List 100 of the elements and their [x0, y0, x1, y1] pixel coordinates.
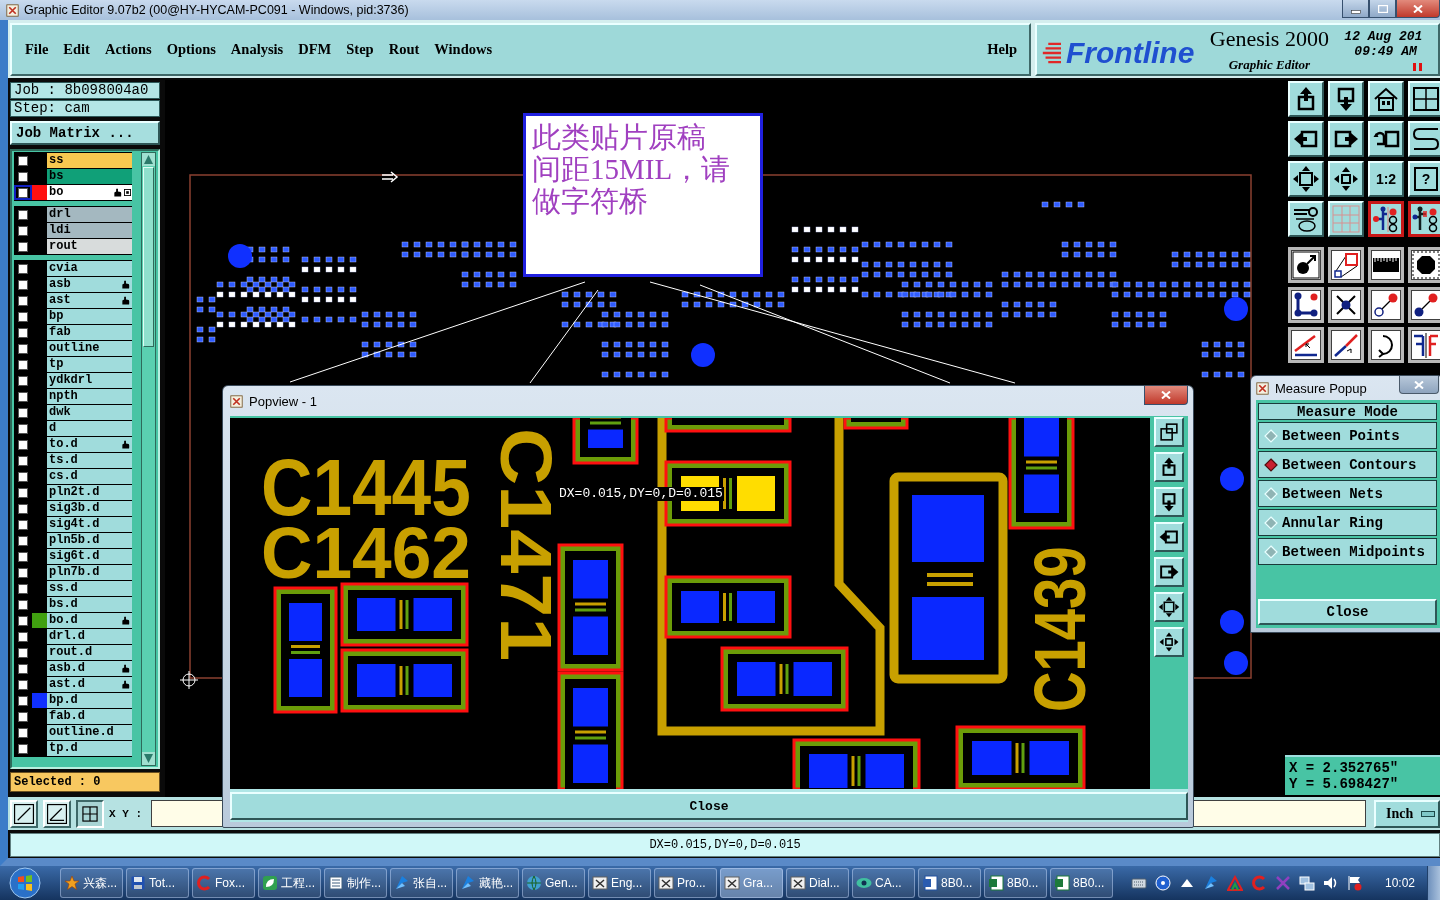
layer-name[interactable]: bo.d: [47, 613, 132, 628]
layer-name[interactable]: d: [47, 421, 132, 436]
layer-name[interactable]: bs: [47, 169, 132, 184]
layer-name[interactable]: tp.d: [47, 741, 132, 756]
scrollbar-thumb[interactable]: [143, 167, 154, 347]
taskbar-button[interactable]: 藏艳...: [456, 868, 519, 898]
toolbar-button[interactable]: [1328, 327, 1364, 363]
taskbar-button[interactable]: Fox...: [192, 868, 255, 898]
toolbar-button[interactable]: 1:2: [1368, 161, 1404, 197]
layer-checkbox[interactable]: [18, 391, 28, 402]
layer-checkbox[interactable]: [18, 631, 28, 642]
layer-checkbox[interactable]: [18, 679, 28, 690]
info-circle-icon[interactable]: [1154, 875, 1171, 891]
menu-item[interactable]: Rout: [388, 41, 420, 58]
taskbar-button[interactable]: 工程...: [258, 868, 321, 898]
taskbar-button[interactable]: Tot...: [126, 868, 189, 898]
layer-name[interactable]: dwk: [47, 405, 132, 420]
layer-name[interactable]: cvia: [47, 261, 132, 276]
triangle-logo-icon[interactable]: [1226, 875, 1243, 891]
layer-name[interactable]: sig6t.d: [47, 549, 132, 564]
layer-name[interactable]: drl: [47, 207, 132, 222]
layer-checkbox[interactable]: [18, 743, 28, 754]
layer-checkbox[interactable]: [18, 615, 28, 626]
layer-checkbox[interactable]: [18, 295, 28, 306]
menu-item[interactable]: Step: [346, 41, 374, 58]
toolbar-button[interactable]: [1288, 327, 1324, 363]
scroll-down-icon[interactable]: [142, 752, 155, 765]
close-button[interactable]: Close: [1258, 599, 1437, 625]
layer-name[interactable]: bp.d: [47, 693, 132, 708]
layer-checkbox[interactable]: [18, 359, 28, 370]
layer-name[interactable]: outline: [47, 341, 132, 356]
layer-checkbox[interactable]: [18, 519, 28, 530]
swoosh-icon[interactable]: [1202, 875, 1219, 891]
keyboard-icon[interactable]: [1130, 875, 1147, 891]
layer-checkbox[interactable]: [18, 503, 28, 514]
layer-name[interactable]: pln7b.d: [47, 565, 132, 580]
flag-icon[interactable]: [1346, 875, 1363, 891]
toolbar-button[interactable]: [1408, 287, 1440, 323]
close-button[interactable]: [1399, 376, 1439, 394]
layer-name[interactable]: bp: [47, 309, 132, 324]
layer-name[interactable]: fab.d: [47, 709, 132, 724]
measure-mode-option[interactable]: Between Contours: [1258, 451, 1437, 478]
layer-checkbox[interactable]: [18, 407, 28, 418]
scroll-up-icon[interactable]: [142, 153, 155, 166]
close-button[interactable]: [1144, 386, 1188, 405]
layer-name[interactable]: tp: [47, 357, 132, 372]
menu-item[interactable]: DFM: [298, 41, 332, 58]
job-matrix-button[interactable]: Job Matrix ...: [10, 121, 160, 145]
layer-checkbox[interactable]: [18, 209, 28, 220]
layer-checkbox[interactable]: [18, 599, 28, 610]
layer-checkbox[interactable]: [18, 727, 28, 738]
toolbar-button[interactable]: [1328, 287, 1364, 323]
network-icon[interactable]: [1298, 875, 1315, 891]
toolbar-button[interactable]: ?: [1408, 161, 1440, 197]
taskbar-button[interactable]: Eng...: [588, 868, 651, 898]
layer-checkbox[interactable]: [18, 663, 28, 674]
layer-checkbox[interactable]: [18, 241, 28, 252]
layer-checkbox[interactable]: [18, 583, 28, 594]
taskbar-button[interactable]: 8B0...: [984, 868, 1047, 898]
layer-checkbox[interactable]: [18, 279, 28, 290]
taskbar-button[interactable]: Gen...: [522, 868, 585, 898]
layer-name[interactable]: outline.d: [47, 725, 132, 740]
layer-name[interactable]: pln5b.d: [47, 533, 132, 548]
layer-checkbox[interactable]: [18, 343, 28, 354]
layer-name[interactable]: sig4t.d: [47, 517, 132, 532]
layer-name[interactable]: asb: [47, 277, 132, 292]
measure-mode-option[interactable]: Annular Ring: [1258, 509, 1437, 536]
layer-name[interactable]: rout: [47, 239, 132, 254]
menu-item[interactable]: Windows: [434, 41, 493, 58]
layer-name[interactable]: ss: [47, 153, 132, 168]
layer-checkbox[interactable]: [18, 535, 28, 546]
layer-checkbox[interactable]: [18, 263, 28, 274]
layer-name[interactable]: ast.d: [47, 677, 132, 692]
measure-mode-option[interactable]: Between Midpoints: [1258, 538, 1437, 565]
layer-checkbox[interactable]: [18, 423, 28, 434]
layer-name[interactable]: npth: [47, 389, 132, 404]
layer-name[interactable]: to.d: [47, 437, 132, 452]
toolbar-button[interactable]: [1408, 201, 1440, 237]
close-button[interactable]: Close: [230, 792, 1188, 820]
toolbar-button[interactable]: [1288, 247, 1324, 283]
snap-mode-button[interactable]: [76, 799, 104, 828]
help-menu[interactable]: Help: [987, 41, 1017, 58]
layer-checkbox[interactable]: [18, 171, 28, 182]
layer-name[interactable]: ydkdrl: [47, 373, 132, 388]
layer-checkbox[interactable]: [18, 551, 28, 562]
taskbar-button[interactable]: Dial...: [786, 868, 849, 898]
taskbar-button[interactable]: Pro...: [654, 868, 717, 898]
layer-name[interactable]: ts.d: [47, 453, 132, 468]
speaker-icon[interactable]: [1322, 875, 1339, 891]
layer-checkbox[interactable]: [18, 487, 28, 498]
layer-checkbox[interactable]: [18, 695, 28, 706]
layer-checkbox[interactable]: [18, 327, 28, 338]
layer-checkbox[interactable]: [18, 155, 28, 166]
layer-checkbox[interactable]: [18, 647, 28, 658]
layer-checkbox[interactable]: [18, 187, 28, 198]
layer-name[interactable]: rout.d: [47, 645, 132, 660]
menu-item[interactable]: File: [25, 41, 49, 58]
taskbar-button[interactable]: 兴森...: [60, 868, 123, 898]
layer-checkbox[interactable]: [18, 455, 28, 466]
taskbar-button[interactable]: 8B0...: [1050, 868, 1113, 898]
